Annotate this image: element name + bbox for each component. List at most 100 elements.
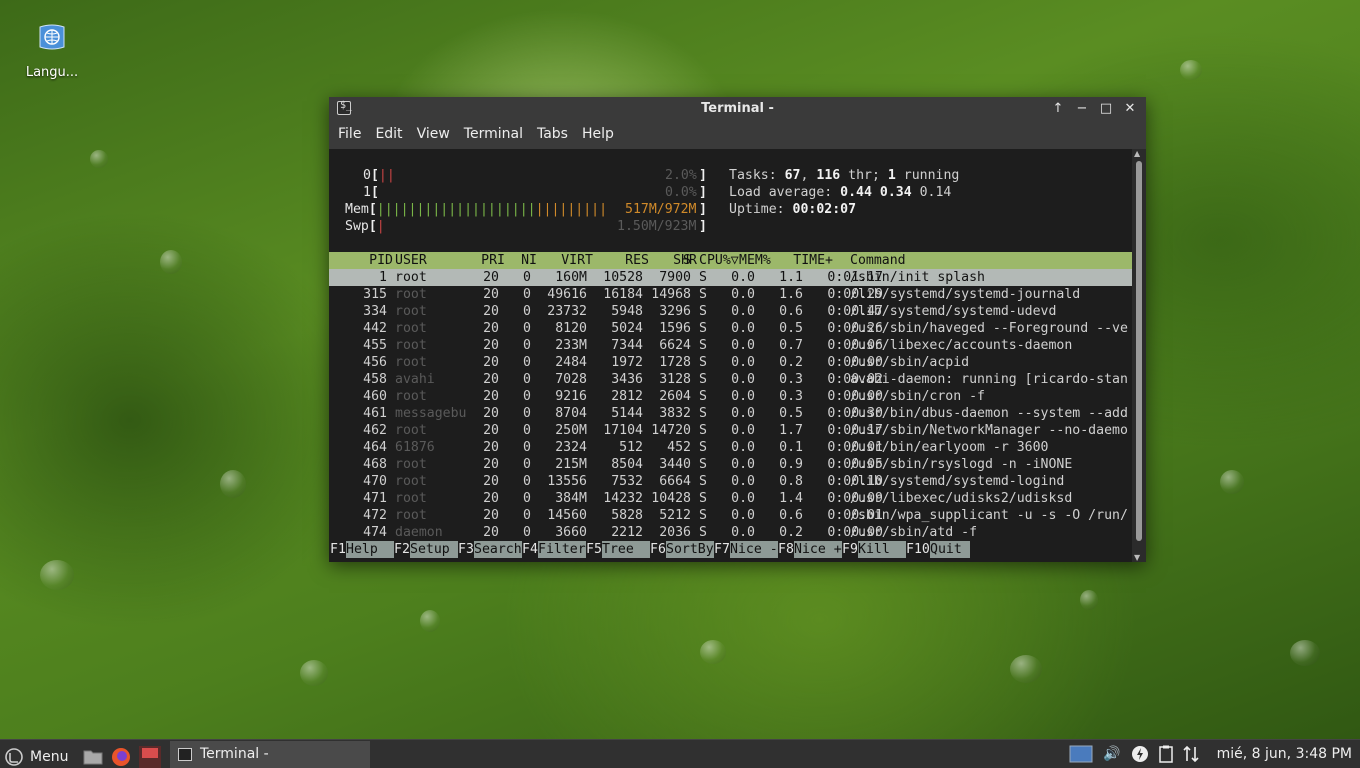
- cell-shr: 7900: [659, 270, 691, 285]
- cell-virt: 14560: [547, 508, 587, 523]
- process-row[interactable]: 461 messagebu 20 0 8704 5144 3832 S 0.0 0.5 0:00.3…: [329, 405, 1132, 422]
- menu-help[interactable]: Help: [575, 121, 621, 149]
- start-menu-button[interactable]: Menu: [4, 745, 162, 768]
- taskbar-terminal-task[interactable]: Terminal -: [170, 741, 370, 768]
- fkey-f4-label[interactable]: Filter: [538, 541, 586, 558]
- process-row[interactable]: 458 avahi 20 0 7028 3436 3128 S 0.0 0.3 0:00.02 ava…: [329, 371, 1132, 388]
- menu-edit[interactable]: Edit: [368, 121, 409, 149]
- fkey-f8-label[interactable]: Nice +: [794, 541, 842, 558]
- column-header-command[interactable]: Command: [850, 252, 906, 269]
- terminal-content[interactable]: 0[|| 2.0% ] 1[ 0.0% ] Mem[||||||||||||||…: [329, 149, 1132, 562]
- fkey-f7-label[interactable]: Nice -: [730, 541, 778, 558]
- process-row[interactable]: 442 root 20 0 8120 5024 1596 S 0.0 0.5 0:00.26/usr…: [329, 320, 1132, 337]
- process-row[interactable]: 455 root 20 0 233M 7344 6624 S 0.0 0.7 0:00.06/usr…: [329, 337, 1132, 354]
- network-icon[interactable]: [1183, 745, 1199, 763]
- fkey-f6-label[interactable]: SortBy: [666, 541, 714, 558]
- fkey-f1[interactable]: F1: [330, 541, 346, 558]
- process-row[interactable]: 334 root 20 0 23732 5948 3296 S 0.0 0.6 0:00.47/li…: [329, 303, 1132, 320]
- terminal-launcher-icon[interactable]: [138, 745, 162, 768]
- title-bar[interactable]: $_ Terminal - ↑ − □ ✕: [329, 97, 1146, 121]
- fkey-f3-label[interactable]: Search: [474, 541, 522, 558]
- cell-ni: 0: [523, 457, 531, 472]
- fkey-f6[interactable]: F6: [650, 541, 666, 558]
- workspace-switcher-icon[interactable]: [1069, 745, 1093, 763]
- process-row[interactable]: 464 61876 20 0 2324 512 452 S 0.0 0.1 0:00.01/usr/…: [329, 439, 1132, 456]
- power-icon[interactable]: [1131, 745, 1149, 763]
- fkey-f9[interactable]: F9: [842, 541, 858, 558]
- terminal-window[interactable]: $_ Terminal - ↑ − □ ✕ File Edit View Ter…: [329, 97, 1146, 562]
- menu-terminal[interactable]: Terminal: [457, 121, 530, 149]
- scrollbar-thumb[interactable]: [1136, 161, 1142, 541]
- cell-virt: 13556: [547, 474, 587, 489]
- cell-virt: 160M: [555, 270, 587, 285]
- menu-view[interactable]: View: [410, 121, 457, 149]
- fkey-f1-label[interactable]: Help: [346, 541, 394, 558]
- cell-pri: 20: [483, 270, 499, 285]
- cell-mem: 0.8: [779, 474, 803, 489]
- cell-s: S: [699, 525, 707, 540]
- process-row[interactable]: 460 root 20 0 9216 2812 2604 S 0.0 0.3 0:00.00/usr…: [329, 388, 1132, 405]
- fkey-f10-label[interactable]: Quit: [930, 541, 970, 558]
- column-header-pri[interactable]: PRI: [475, 252, 505, 269]
- desktop-icon-language[interactable]: Langu...: [20, 22, 84, 80]
- column-header-s[interactable]: S: [683, 252, 691, 269]
- fkey-f7[interactable]: F7: [714, 541, 730, 558]
- scroll-up-arrow-icon[interactable]: ▲: [1134, 149, 1140, 158]
- cpu0-meter: 0[||: [363, 168, 395, 183]
- process-row[interactable]: 315 root 20 0 49616 16184 14968 S 0.0 1.6 0:00.29/…: [329, 286, 1132, 303]
- column-header-res[interactable]: RES: [595, 252, 649, 269]
- clock[interactable]: mié, 8 jun, 3:48 PM: [1217, 746, 1352, 762]
- fkey-f5[interactable]: F5: [586, 541, 602, 558]
- column-header-pid[interactable]: PID: [363, 252, 393, 269]
- process-row[interactable]: 456 root 20 0 2484 1972 1728 S 0.0 0.2 0:00.00/usr…: [329, 354, 1132, 371]
- minimize-button[interactable]: −: [1072, 99, 1092, 119]
- keep-above-button[interactable]: ↑: [1048, 99, 1068, 119]
- column-header-cpu[interactable]: CPU%▽: [699, 252, 739, 269]
- firefox-icon[interactable]: [110, 746, 132, 768]
- close-button[interactable]: ✕: [1120, 99, 1140, 119]
- fkey-f5-label[interactable]: Tree: [602, 541, 650, 558]
- fkey-f2[interactable]: F2: [394, 541, 410, 558]
- fkey-f9-label[interactable]: Kill: [858, 541, 906, 558]
- fkey-f10[interactable]: F10: [906, 541, 930, 558]
- column-header-user[interactable]: USER: [395, 252, 427, 269]
- clipboard-icon[interactable]: [1158, 745, 1173, 763]
- cell-res: 5024: [611, 321, 643, 336]
- process-row[interactable]: 1 root 20 0 160M 10528 7900 S 0.0 1.1 0:01.17/sbin…: [329, 269, 1132, 286]
- fkey-f4[interactable]: F4: [522, 541, 538, 558]
- cell-pri: 20: [483, 355, 499, 370]
- process-row[interactable]: 474 daemon 20 0 3660 2212 2036 S 0.0 0.2 0:00.00/u…: [329, 524, 1132, 541]
- cell-virt: 49616: [547, 287, 587, 302]
- cell-pri: 20: [483, 525, 499, 540]
- process-row[interactable]: 462 root 20 0 250M 17104 14720 S 0.0 1.7 0:00.17/u…: [329, 422, 1132, 439]
- cell-cmd: /usr/sbin/haveged --Foreground --ve: [850, 321, 1128, 336]
- process-row[interactable]: 471 root 20 0 384M 14232 10428 S 0.0 1.4 0:00.09/u…: [329, 490, 1132, 507]
- cell-cmd: /usr/libexec/accounts-daemon: [850, 338, 1073, 353]
- cell-cmd: /usr/bin/earlyoom -r 3600: [850, 440, 1049, 455]
- process-table-header[interactable]: PID USER PRI NI VIRT RES SHR S CPU%▽ MEM% TIME+ Com…: [329, 252, 1132, 269]
- volume-icon[interactable]: 🔊: [1103, 746, 1120, 762]
- cell-pid: 474: [363, 525, 387, 540]
- cell-res: 5144: [611, 406, 643, 421]
- fkey-f2-label[interactable]: Setup: [410, 541, 458, 558]
- column-header-ni[interactable]: NI: [507, 252, 537, 269]
- menu-file[interactable]: File: [331, 121, 368, 149]
- folder-icon[interactable]: [82, 747, 104, 767]
- fkey-f8[interactable]: F8: [778, 541, 794, 558]
- scrollbar[interactable]: ▲ ▼: [1132, 149, 1146, 562]
- column-header-mem[interactable]: MEM%: [739, 252, 771, 269]
- process-row[interactable]: 468 root 20 0 215M 8504 3440 S 0.0 0.9 0:00.05/usr…: [329, 456, 1132, 473]
- process-row[interactable]: 472 root 20 0 14560 5828 5212 S 0.0 0.6 0:00.01/sb…: [329, 507, 1132, 524]
- mem-value: 517M/972M: [625, 202, 697, 217]
- menu-tabs[interactable]: Tabs: [530, 121, 575, 149]
- column-header-time[interactable]: TIME+: [787, 252, 833, 269]
- cell-virt: 9216: [555, 389, 587, 404]
- fkey-f3[interactable]: F3: [458, 541, 474, 558]
- scroll-down-arrow-icon[interactable]: ▼: [1134, 553, 1140, 562]
- cell-cpu: 0.0: [731, 406, 755, 421]
- process-row[interactable]: 470 root 20 0 13556 7532 6664 S 0.0 0.8 0:00.10/li…: [329, 473, 1132, 490]
- cell-res: 16184: [603, 287, 643, 302]
- maximize-button[interactable]: □: [1096, 99, 1116, 119]
- column-header-virt[interactable]: VIRT: [539, 252, 593, 269]
- cell-virt: 233M: [555, 338, 587, 353]
